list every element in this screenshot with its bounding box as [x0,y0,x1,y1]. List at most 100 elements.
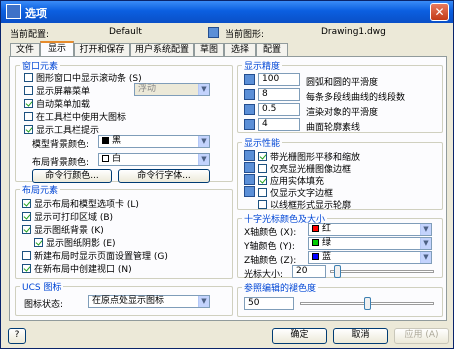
text-frame-icon [244,186,255,197]
app-icon [6,4,21,19]
checkbox-box[interactable] [22,264,31,273]
cursor-size-label: 光标大小: [244,270,284,280]
command-line-color-button[interactable]: 命令行颜色... [32,169,112,183]
layout-bg-color-select[interactable]: 白 ▼ [98,153,210,166]
tab-selection[interactable]: 选择 [224,43,256,57]
chevron-down-icon: ▼ [198,296,209,307]
drawing-icon [208,27,219,38]
contour-lines-input[interactable]: 4 [258,118,300,131]
checkbox-scrollbars[interactable]: 图形窗口中显示滚动条 (S) [24,71,142,84]
chevron-down-icon: ▼ [420,238,431,249]
close-button[interactable]: ✕ [430,3,449,21]
command-line-font-button[interactable]: 命令行字体... [118,169,210,183]
checkbox-screen-menu[interactable]: 显示屏幕菜单 [24,84,90,97]
checkbox-tooltips[interactable]: 显示工具栏提示 [24,123,99,136]
color-swatch [102,155,109,162]
chevron-down-icon: ▼ [420,224,431,235]
x-axis-color-label: X轴颜色 (X): [244,228,297,238]
checkbox-box[interactable] [22,212,31,221]
checkbox-large-icons[interactable]: 在工具栏中使用大图标 [24,110,126,123]
apply-button: 应用 (A) [394,328,449,344]
checkbox-paper-background[interactable]: 显示图纸背景 (K) [22,223,104,236]
z-axis-color-label: Z轴颜色 (Z): [244,256,297,266]
ucs-icon-legend: UCS 图标 [22,283,62,293]
render-smoothness-input[interactable]: 0.5 [258,103,300,116]
solid-fill-icon [244,174,255,185]
checkbox-box[interactable] [34,238,43,247]
cancel-button[interactable]: 取消 [333,328,388,344]
checkbox-box[interactable] [258,152,267,161]
help-button[interactable]: ? [8,328,26,344]
xref-fade-input[interactable]: 50 [244,297,294,310]
checkbox-box[interactable] [24,125,33,134]
ok-button[interactable]: 确定 [272,328,327,344]
model-bg-label: 模型背景颜色: [32,140,90,150]
arc-smoothness-label: 圆弧和圆的平滑度 [306,78,379,88]
cursor-size-input[interactable]: 20 [292,265,326,278]
display-tab-panel: 窗口元素 图形窗口中显示滚动条 (S) 显示屏幕菜单 浮动 ▼ 自动菜单加载 在工… [9,56,447,321]
checkbox-box[interactable] [24,99,33,108]
drawing-label: 当前图形: [225,30,265,40]
y-axis-color-select[interactable]: 绿 ▼ [308,237,432,250]
raster-pan-zoom-icon [244,150,255,161]
layout-bg-label: 布局背景颜色: [32,158,90,168]
checkbox-box[interactable] [24,112,33,121]
title-bar[interactable]: 选项 ✕ [1,1,453,23]
screen-menu-select: 浮动 ▼ [134,83,210,96]
display-resolution-legend: 显示精度 [244,62,281,72]
contour-lines-icon [244,119,255,130]
tab-user-prefs[interactable]: 用户系统配置 [130,43,194,57]
model-bg-color-select[interactable]: 黑 ▼ [98,135,210,148]
profile-value: Default [109,27,142,37]
chevron-down-icon: ▼ [198,136,209,147]
tab-display[interactable]: 显示 [40,41,74,57]
checkbox-box[interactable] [258,200,267,209]
checkbox-box[interactable] [24,86,33,95]
tab-files[interactable]: 文件 [10,43,40,57]
polyline-segments-input[interactable]: 8 [258,88,300,101]
polyline-segments-label: 每条多段线曲线的线段数 [306,93,406,103]
checkbox-box[interactable] [22,199,31,208]
contour-lines-label: 曲面轮廓素线 [306,123,361,133]
checkbox-layout-model-tabs[interactable]: 显示布局和模型选项卡 (L) [22,197,139,210]
drawing-value: Drawing1.dwg [321,27,386,37]
cursor-size-slider-thumb[interactable] [334,265,341,278]
color-swatch [102,137,109,144]
display-performance-legend: 显示性能 [244,139,281,149]
checkbox-box[interactable] [22,251,31,260]
checkbox-box[interactable] [258,164,267,173]
checkbox-create-viewport[interactable]: 在新布局中创建视口 (N) [22,262,132,275]
z-axis-color-select[interactable]: 蓝 ▼ [308,251,432,264]
checkbox-silhouette-wireframe[interactable]: 以线框形式显示轮廓 [258,198,351,211]
render-smoothness-label: 渲染对象的平滑度 [306,108,379,118]
checkbox-page-setup-manager[interactable]: 新建布局时显示页面设置管理 (G) [22,249,168,262]
raster-frame-icon [244,162,255,173]
layout-elements-legend: 布局元素 [22,186,59,196]
render-smoothness-icon [244,104,255,115]
color-swatch [312,225,319,232]
x-axis-color-select[interactable]: 红 ▼ [308,223,432,236]
y-axis-color-label: Y轴颜色 (Y): [244,242,295,252]
checkbox-box[interactable] [258,188,267,197]
cursor-size-slider-track[interactable] [330,270,434,273]
checkbox-box[interactable] [24,73,33,82]
arc-smoothness-icon [244,74,255,85]
profile-label: 当前配置: [10,30,50,40]
color-swatch [312,253,319,260]
chevron-down-icon: ▼ [198,84,209,95]
checkbox-box[interactable] [22,225,31,234]
xref-fade-slider-thumb[interactable] [364,297,371,310]
checkbox-printable-area[interactable]: 显示可打印区域 (B) [22,210,113,223]
tab-open-save[interactable]: 打开和保存 [74,43,130,57]
ucs-icon-label: 图标状态: [24,300,64,310]
window-title: 选项 [25,7,47,20]
checkbox-auto-menu-load[interactable]: 自动菜单加载 [24,97,90,110]
ucs-icon-select[interactable]: 在原点处显示图标 ▼ [88,295,210,308]
xref-fade-legend: 参照编辑的褪色度 [244,284,317,294]
checkbox-paper-shadow[interactable]: 显示图纸阴影 (E) [34,236,116,249]
arc-smoothness-input[interactable]: 100 [258,73,300,86]
tab-drafting[interactable]: 草图 [194,43,224,57]
tab-profiles[interactable]: 配置 [256,43,288,57]
chevron-down-icon: ▼ [198,154,209,165]
checkbox-box[interactable] [258,176,267,185]
